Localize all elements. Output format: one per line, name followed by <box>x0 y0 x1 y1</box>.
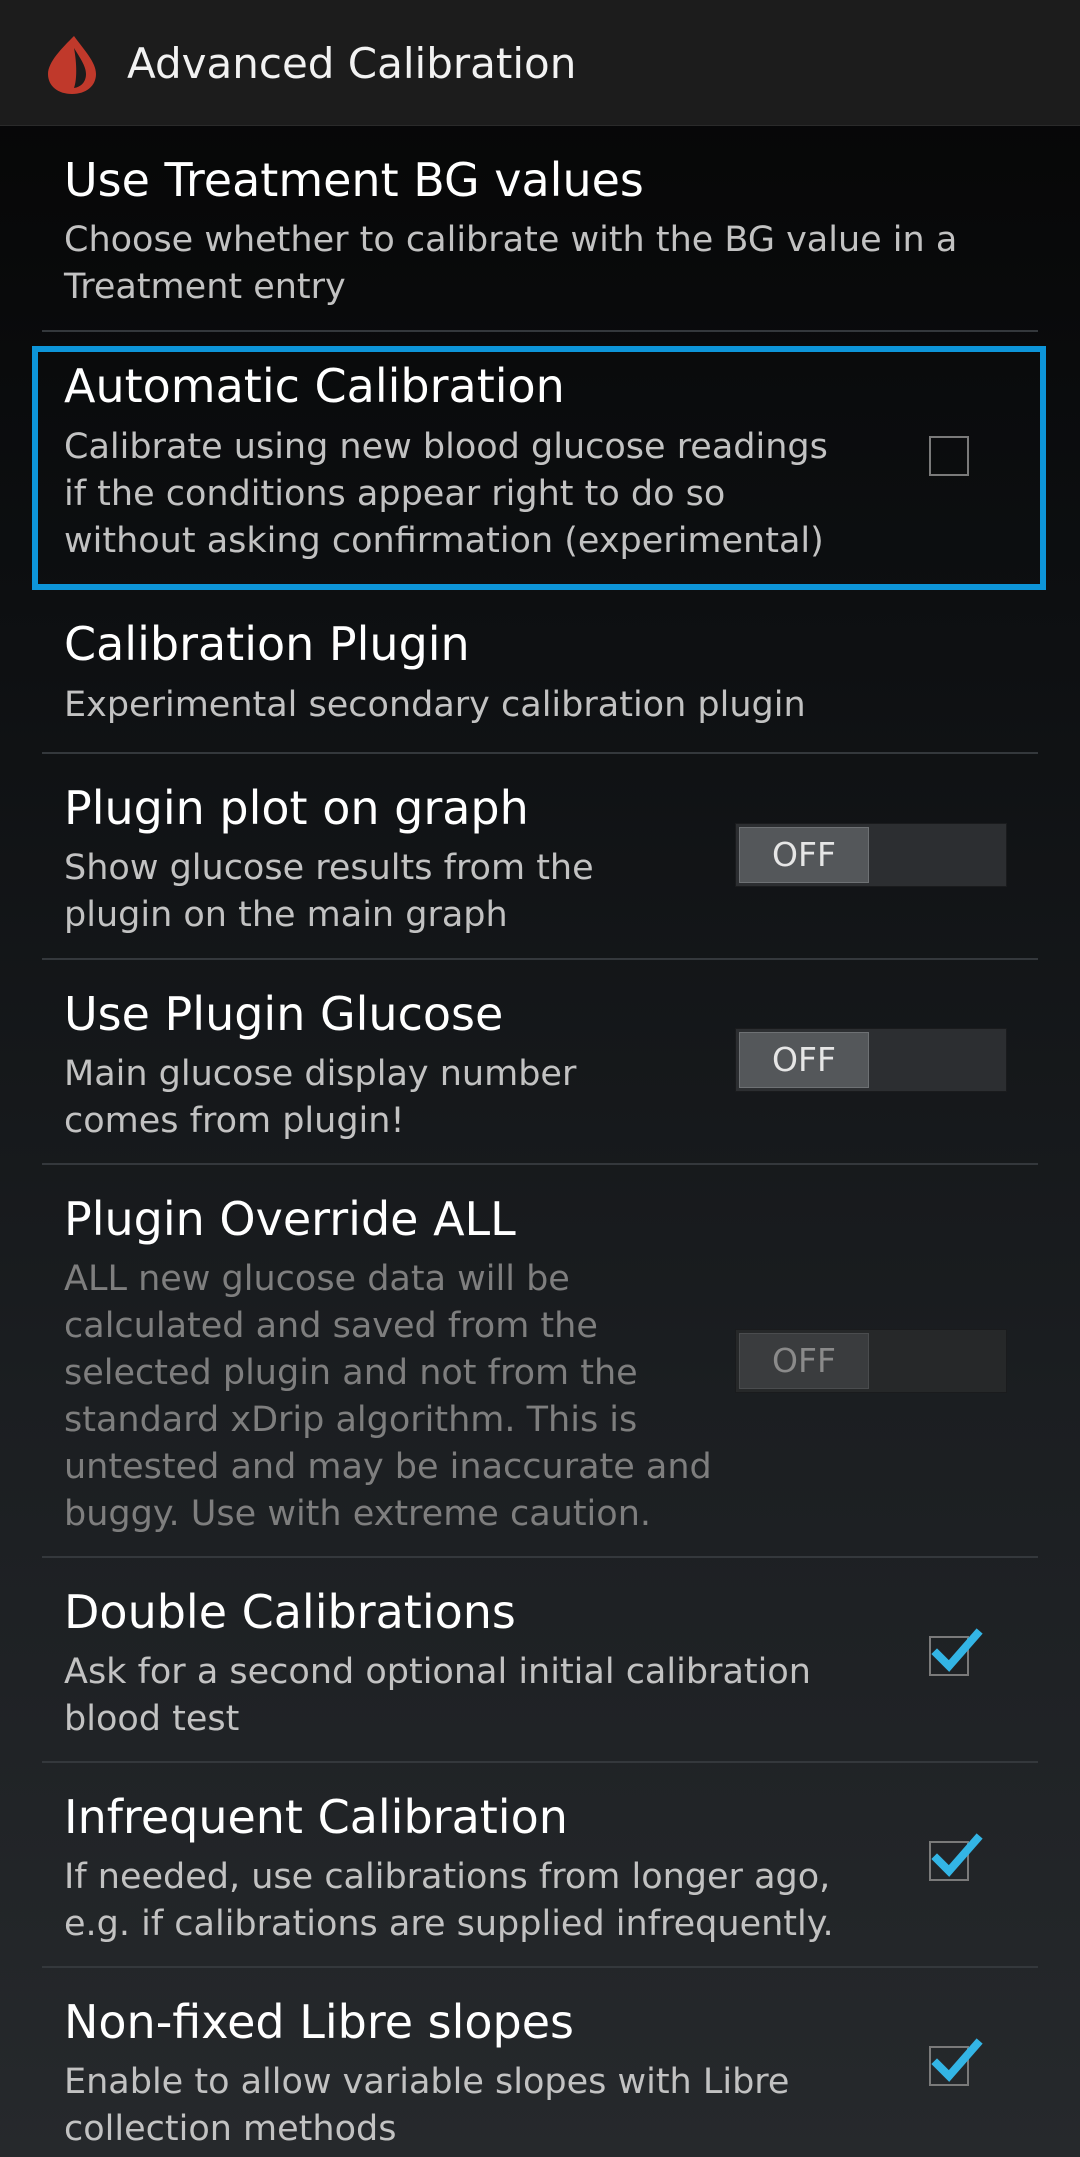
action-bar: Advanced Calibration <box>0 0 1080 126</box>
pref-summary: If needed, use calibrations from longer … <box>64 1857 834 1944</box>
pref-use-treatment-bg[interactable]: Use Treatment BG values Choose whether t… <box>42 126 1038 332</box>
pref-title: Double Calibrations <box>64 1585 516 1639</box>
switch-thumb: OFF <box>739 827 869 883</box>
plugin-override-switch: OFF <box>735 1329 1007 1393</box>
blood-drop-icon[interactable] <box>44 34 100 96</box>
pref-summary: Show glucose results from the plugin on … <box>64 848 594 935</box>
pref-plugin-override-all: Plugin Override ALL ALL new glucose data… <box>42 1165 1038 1558</box>
pref-non-fixed-libre-slopes[interactable]: Non-fixed Libre slopes Enable to allow v… <box>42 1968 1038 2157</box>
pref-summary: Experimental secondary calibration plugi… <box>64 685 806 725</box>
pref-summary: Choose whether to calibrate with the BG … <box>64 220 958 307</box>
plugin-plot-switch[interactable]: OFF <box>735 823 1007 887</box>
pref-title: Calibration Plugin <box>64 617 470 671</box>
non-fixed-libre-slopes-checkbox[interactable] <box>929 2038 983 2086</box>
pref-summary: ALL new glucose data will be calculated … <box>64 1259 712 1534</box>
pref-double-calibrations[interactable]: Double Calibrations Ask for a second opt… <box>42 1558 1038 1763</box>
pref-calibration-plugin[interactable]: Calibration Plugin Experimental secondar… <box>42 604 1038 754</box>
pref-title: Use Treatment BG values <box>64 153 644 207</box>
focus-highlight <box>32 346 1046 590</box>
checkmark-icon <box>931 1833 983 1877</box>
checkmark-icon <box>931 1628 983 1672</box>
pref-title: Use Plugin Glucose <box>64 987 504 1041</box>
pref-use-plugin-glucose[interactable]: Use Plugin Glucose Main glucose display … <box>42 960 1038 1165</box>
pref-infrequent-calibration[interactable]: Infrequent Calibration If needed, use ca… <box>42 1763 1038 1968</box>
infrequent-calibration-checkbox[interactable] <box>929 1833 983 1881</box>
pref-summary: Ask for a second optional initial calibr… <box>64 1652 811 1739</box>
checkmark-icon <box>931 2038 983 2082</box>
pref-title: Plugin Override ALL <box>64 1192 516 1246</box>
switch-thumb: OFF <box>739 1333 869 1389</box>
double-calibrations-checkbox[interactable] <box>929 1628 983 1676</box>
pref-summary: Enable to allow variable slopes with Lib… <box>64 2062 790 2149</box>
page-title: Advanced Calibration <box>127 39 577 88</box>
use-plugin-glucose-switch[interactable]: OFF <box>735 1028 1007 1092</box>
pref-summary: Main glucose display number comes from p… <box>64 1054 577 1141</box>
pref-title: Plugin plot on graph <box>64 781 529 835</box>
pref-plugin-plot-on-graph[interactable]: Plugin plot on graph Show glucose result… <box>42 754 1038 960</box>
pref-title: Infrequent Calibration <box>64 1790 568 1844</box>
pref-title: Non-fixed Libre slopes <box>64 1995 574 2049</box>
switch-thumb: OFF <box>739 1032 869 1088</box>
